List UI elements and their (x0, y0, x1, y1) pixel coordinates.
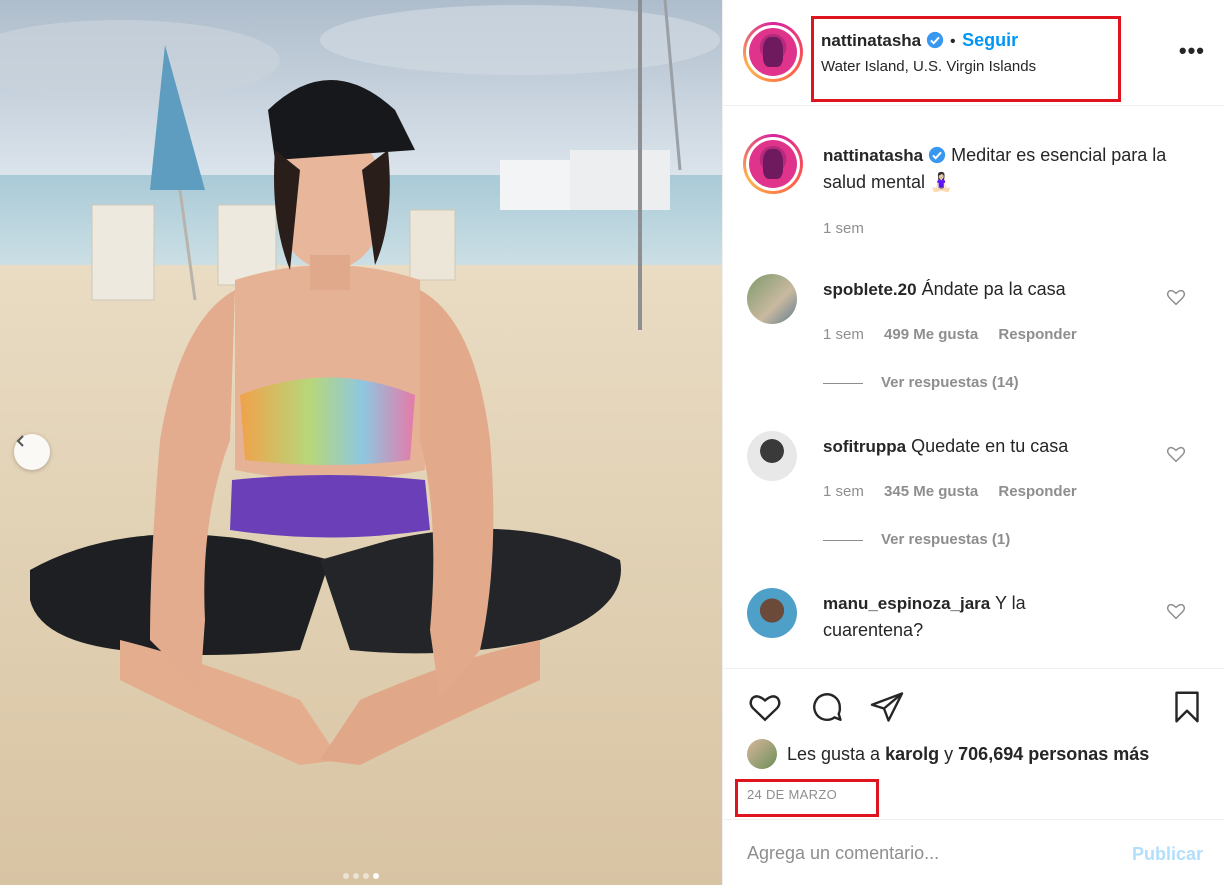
comment-time[interactable]: 1 sem (823, 483, 864, 500)
comment-meta: 1 sem 345 Me gusta Responder (823, 483, 1093, 500)
caption-author-username[interactable]: nattinatasha (823, 146, 923, 165)
comment-button[interactable] (807, 687, 847, 727)
save-button[interactable] (1167, 687, 1207, 727)
comment-heart-icon[interactable] (1165, 600, 1187, 622)
post-location[interactable]: Water Island, U.S. Virgin Islands (821, 58, 1036, 75)
author-avatar[interactable] (743, 22, 803, 82)
comment-input[interactable] (747, 838, 1107, 868)
like-button[interactable] (745, 687, 785, 727)
bookmark-icon (1175, 691, 1199, 723)
comment-meta: 1 sem 499 Me gusta Responder (823, 326, 1093, 343)
carousel-prev-icon (16, 435, 24, 447)
caption-time[interactable]: 1 sem (823, 220, 864, 237)
post-caption: nattinatasha Meditar es esencial para la… (723, 106, 1224, 256)
comment-text: Quedate en tu casa (911, 436, 1069, 456)
view-replies-label: Ver respuestas (1) (881, 531, 1011, 548)
verified-icon (926, 31, 943, 49)
likes-count[interactable]: 706,694 personas más (958, 744, 1149, 765)
add-comment-bar: Publicar (723, 819, 1224, 885)
comment-likes[interactable]: 499 Me gusta (884, 326, 978, 343)
comment-text: Ándate pa la casa (921, 279, 1066, 299)
carousel-dot[interactable] (343, 873, 349, 879)
heart-icon (749, 695, 781, 722)
comment-reply-button[interactable]: Responder (998, 483, 1076, 500)
more-options-icon[interactable]: ••• (1179, 38, 1205, 64)
share-button[interactable] (867, 687, 907, 727)
separator-dot: • (950, 33, 956, 50)
comment-avatar[interactable] (747, 274, 797, 324)
caption-meta: 1 sem (823, 220, 880, 237)
view-replies-label: Ver respuestas (14) (881, 374, 1019, 391)
post-date[interactable]: 24 DE MARZO (747, 787, 837, 802)
share-icon (870, 692, 904, 722)
comment-body: spoblete.20 Ándate pa la casa (823, 276, 1163, 303)
post-actions: Les gusta a karolg y 706,694 personas má… (723, 668, 1224, 885)
beach-yoga-photo (0, 0, 722, 885)
carousel-prev-button[interactable] (14, 434, 50, 470)
comment-icon (813, 693, 842, 721)
comment-heart-icon[interactable] (1165, 443, 1187, 465)
carousel-dot[interactable] (363, 873, 369, 879)
comment-avatar[interactable] (747, 431, 797, 481)
carousel-dot-active[interactable] (373, 873, 379, 879)
carousel-dot[interactable] (353, 873, 359, 879)
comment-body: manu_espinoza_jara Y la cuarentena? (823, 590, 1073, 644)
comment-reply-button[interactable]: Responder (998, 326, 1076, 343)
publish-button[interactable]: Publicar (1132, 844, 1203, 865)
view-replies-button[interactable]: Ver respuestas (1) (823, 531, 1010, 548)
likes-prefix: Les gusta a (787, 743, 881, 764)
comment-item: manu_espinoza_jara Y la cuarentena? (723, 584, 1224, 664)
comment-likes[interactable]: 345 Me gusta (884, 483, 978, 500)
comment-time[interactable]: 1 sem (823, 326, 864, 343)
comment-username[interactable]: sofitruppa (823, 437, 906, 456)
caption-author-avatar[interactable] (743, 134, 803, 194)
comment-heart-icon[interactable] (1165, 286, 1187, 308)
comment-avatar[interactable] (747, 588, 797, 638)
carousel-dots (0, 873, 722, 879)
author-username[interactable]: nattinatasha (821, 31, 921, 50)
follow-button[interactable]: Seguir (962, 30, 1018, 50)
post-photo[interactable] (0, 0, 722, 885)
caption-text-block: nattinatasha Meditar es esencial para la… (823, 142, 1183, 196)
author-line: nattinatasha • Seguir (821, 30, 1018, 51)
comment-item: sofitruppa Quedate en tu casa 1 sem 345 … (723, 427, 1224, 577)
comment-username[interactable]: manu_espinoza_jara (823, 594, 990, 613)
comment-body: sofitruppa Quedate en tu casa (823, 433, 1163, 460)
comment-username[interactable]: spoblete.20 (823, 280, 917, 299)
verified-icon (929, 146, 946, 164)
comment-item: spoblete.20 Ándate pa la casa 1 sem 499 … (723, 270, 1224, 420)
liker-username[interactable]: karolg (885, 744, 939, 765)
post-header: nattinatasha • Seguir Water Island, U.S.… (723, 0, 1224, 106)
likes-summary: Les gusta a karolg y 706,694 personas má… (747, 739, 1149, 769)
view-replies-button[interactable]: Ver respuestas (14) (823, 374, 1019, 391)
liker-avatar[interactable] (747, 739, 777, 769)
post-side-panel: nattinatasha • Seguir Water Island, U.S.… (722, 0, 1224, 885)
likes-conj: y (944, 743, 954, 764)
